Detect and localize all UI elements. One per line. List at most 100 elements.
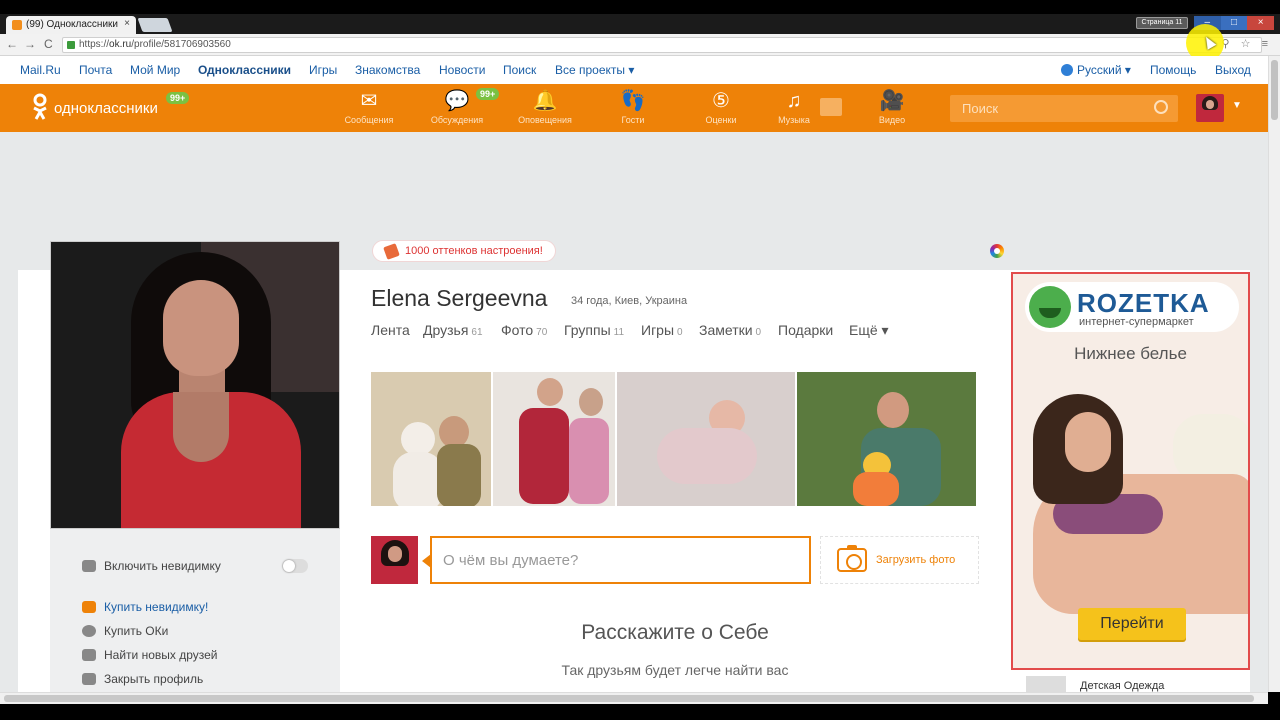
tab-photos[interactable]: Фото 70 [501,322,547,338]
user-avatar[interactable] [1196,94,1224,122]
url-field[interactable]: https://ok.ru/profile/581706903560 [62,37,1262,53]
help-link[interactable]: Помощь [1150,63,1196,77]
tab-games[interactable]: Игры 0 [641,322,683,338]
nav-video[interactable]: 🎥 Видео [857,88,927,125]
nav-discussions-label: Обсуждения [430,115,484,125]
nav-guests[interactable]: 👣 Гости [598,88,668,125]
search-placeholder: Поиск [962,101,999,116]
address-bar-icons[interactable]: ⚲ ☆ ≡ [1222,37,1272,50]
browser-window: (99) Одноклассники × Страница 11 – □ × ←… [0,0,1280,720]
topnav-link-search[interactable]: Поиск [503,63,536,77]
forward-button[interactable]: → [24,37,36,51]
photo-4-baby-body [853,472,899,506]
vertical-scrollbar[interactable] [1268,56,1280,692]
close-tab-icon[interactable]: × [124,18,130,29]
footprints-icon: 👣 [620,90,646,112]
post-input[interactable]: О чём вы думаете? [422,536,811,584]
nav-messages[interactable]: ✉ Сообщения [334,88,404,125]
composer-avatar[interactable] [371,536,418,584]
nav-discussions[interactable]: 💬 Обсуждения 99+ [422,88,500,125]
ok-logo-text: одноклассники [54,100,158,117]
photo-chest [173,392,229,462]
ad-brand: ROZETKA [1077,288,1210,318]
search-icon[interactable] [1154,100,1168,114]
logo-badge: 99+ [166,92,190,104]
tab-feed[interactable]: Лента [371,322,410,338]
music-icon: ♫ [786,90,802,112]
tab-notes[interactable]: Заметки 0 [699,322,761,338]
tab-more[interactable]: Ещё ▾ [849,322,889,339]
buy-invisible-link[interactable]: Купить невидимку! [82,600,208,614]
about-subtitle: Так друзьям будет легче найти вас [561,662,789,678]
topnav-link-games[interactable]: Игры [309,63,337,77]
browser-tab[interactable]: (99) Одноклассники × [6,16,136,34]
globe-icon [1061,64,1073,76]
language-selector[interactable]: Русский ▾ [1061,63,1131,77]
tab-groups-label: Группы [564,322,611,338]
ad-model-face [1065,412,1111,472]
page-viewport: Mail.Ru Почта Мой Мир Одноклассники Игры… [0,56,1268,692]
topnav-link-ok[interactable]: Одноклассники [198,63,291,77]
ad-next-item[interactable]: Детская Одежда [1080,680,1164,692]
nav-guests-label: Гости [621,115,645,125]
buy-invisible-label: Купить невидимку! [104,600,209,614]
invisible-toggle-switch[interactable] [282,559,308,573]
horizontal-scrollbar[interactable] [0,692,1268,704]
ad-go-button[interactable]: Перейти [1078,608,1186,640]
photo-thumbnail-3[interactable] [617,372,795,506]
close-window-button[interactable]: × [1247,16,1275,30]
search-input[interactable]: Поиск [950,95,1178,122]
photo-1-boy-body [437,444,481,506]
nav-notifications[interactable]: 🔔 Оповещения [510,88,580,125]
tab-groups[interactable]: Группы 11 [564,322,624,338]
new-tab-button[interactable] [137,18,173,32]
invisible-toggle-row[interactable]: Включить невидимку [82,559,221,573]
avatar-face [1206,100,1214,109]
topnav-link-mailru[interactable]: Mail.Ru [20,63,61,77]
buy-oks-link[interactable]: Купить ОКи [82,624,168,638]
tab-gifts-label: Подарки [778,322,834,338]
coin-icon [82,625,96,637]
nav-video-label: Видео [878,115,906,125]
logout-link[interactable]: Выход [1215,63,1251,77]
color-theme-icon[interactable] [990,244,1004,258]
nav-music[interactable]: ♫ Музыка [759,88,829,125]
address-bar: ← → C https://ok.ru/profile/581706903560… [0,34,1280,56]
tab-groups-count: 11 [613,327,625,338]
lock-icon [82,673,96,685]
ok-favicon-icon [12,20,22,30]
photo-thumbnail-2[interactable] [493,372,615,506]
photo-thumbnail-4[interactable] [797,372,976,506]
topnav-link-all-projects[interactable]: Все проекты ▾ [555,63,634,77]
profile-photo[interactable] [50,241,340,529]
user-menu-caret-icon[interactable]: ▼ [1232,100,1242,111]
horizontal-scroll-thumb[interactable] [4,695,1254,702]
photo-2-boy-head [537,378,563,406]
rozetka-ad[interactable]: ROZETKA интернет-супермаркет Нижнее бель… [1011,272,1250,670]
close-profile-link[interactable]: Закрыть профиль [82,672,203,686]
tab-notes-count: 0 [755,327,762,338]
back-button[interactable]: ← [6,37,18,51]
topnav-link-news[interactable]: Новости [439,63,485,77]
mood-status[interactable]: 1000 оттенков настроения! [372,240,556,262]
nav-notifications-label: Оповещения [518,115,572,125]
reload-button[interactable]: C [44,37,53,51]
tab-friends[interactable]: Друзья 61 [423,322,483,338]
tab-gifts[interactable]: Подарки [778,322,833,338]
find-friends-link[interactable]: Найти новых друзей [82,648,218,662]
upload-photo-button[interactable]: Загрузить фото [820,536,979,584]
music-play-icon[interactable] [820,98,842,116]
photo-thumbnail-1[interactable] [371,372,491,506]
camera-icon [837,545,867,572]
topnav-link-myworld[interactable]: Мой Мир [130,63,180,77]
topnav-link-mail[interactable]: Почта [79,63,112,77]
maximize-button[interactable]: □ [1220,16,1248,30]
tab-feed-label: Лента [371,322,410,338]
nav-ratings[interactable]: ⑤ Оценки [686,88,756,125]
composer-avatar-face [388,546,402,562]
topnav-link-dating[interactable]: Знакомства [355,63,420,77]
vertical-scroll-thumb[interactable] [1271,60,1278,120]
upload-photo-label: Загрузить фото [876,554,956,566]
discussions-badge: 99+ [476,88,500,100]
ad-next-thumbnail[interactable] [1026,676,1066,692]
